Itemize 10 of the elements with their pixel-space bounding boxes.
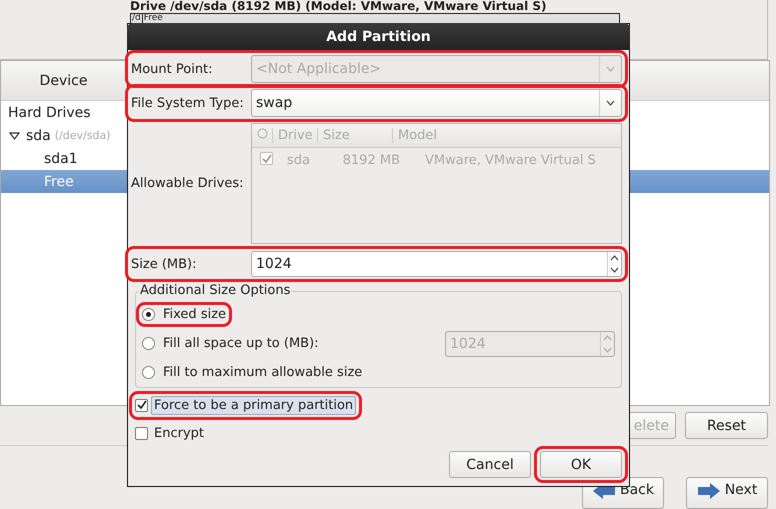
dialog-title: Add Partition: [127, 23, 630, 50]
table-cell-text: 8192 MB: [342, 152, 401, 168]
field-label: Mount Point:: [131, 62, 214, 76]
table-cell-text: sda: [286, 152, 311, 168]
field-label: Size (MB):: [131, 256, 198, 272]
group-title: Additional Size Options: [139, 283, 292, 299]
field-label: Allowable Drives:: [131, 176, 244, 191]
field-label: File System Type:: [131, 96, 245, 110]
drive-heading: Drive /dev/sda (8192 MB) (Model: VMware, VMware Virtual S): [130, 0, 548, 13]
table-cell-text: VMware, VMware Virtual S: [424, 152, 597, 168]
